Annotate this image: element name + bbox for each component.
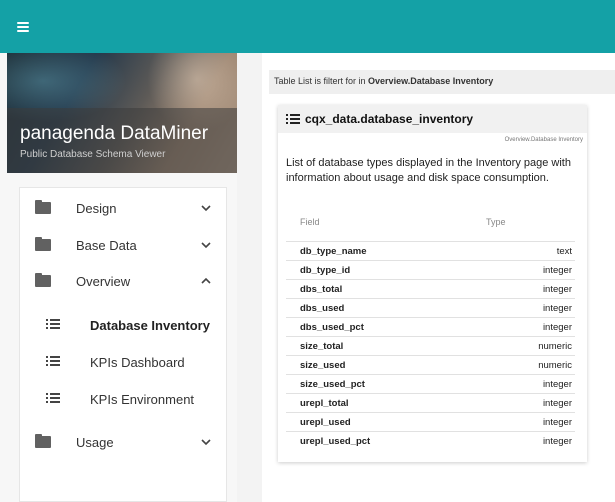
table-row: db_type_id integer [286,260,575,279]
field-name: size_total [300,341,344,352]
nav-subitem-label: Database Inventory [90,318,210,333]
table-row: urepl_total integer [286,393,575,412]
chevron-down-icon[interactable] [200,202,212,214]
main-content: Table List is filtert for in Overview.Da… [262,53,615,502]
folder-icon [35,200,51,214]
field-name: dbs_total [300,284,343,295]
table-category-tag: Overview.Database Inventory [504,137,583,143]
nav-subitem-label: KPIs Environment [90,392,195,407]
table-row: urepl_used_pct integer [286,431,575,450]
table-row: urepl_used integer [286,412,575,431]
nav-subitem-kpis-dashboard[interactable]: KPIs Dashboard [20,347,226,377]
folder-icon [35,434,51,448]
field-type: text [556,246,572,257]
table-row: dbs_total integer [286,279,575,298]
field-name: db_type_id [300,265,351,276]
chevron-up-icon[interactable] [200,275,212,287]
field-type: integer [542,265,572,276]
table-card: cqx_data.database_inventory Overview.Dat… [278,105,587,462]
field-name: urepl_used_pct [300,436,371,447]
filter-value: Overview.Database Inventory [368,76,494,86]
field-type: integer [542,417,572,428]
field-type: integer [542,322,572,333]
table-card-header: cqx_data.database_inventory [278,105,587,133]
nav-item-label: Design [76,201,117,216]
table-row: size_used numeric [286,355,575,374]
field-type: integer [542,379,572,390]
field-name: size_used [300,360,346,371]
table-name: cqx_data.database_inventory [305,112,474,126]
field-name: urepl_used [300,417,351,428]
field-name: dbs_used [300,303,345,314]
nav-item-label: Overview [76,274,131,289]
list-icon [46,356,60,367]
filter-status-bar: Table List is filtert for in Overview.Da… [269,70,615,94]
table-description: List of database types displayed in the … [286,157,571,184]
nav-item-base-data[interactable]: Base Data [20,230,226,260]
table-row: dbs_used_pct integer [286,317,575,336]
chevron-down-icon[interactable] [200,436,212,448]
filter-status-text: Table List is filtert for in Overview.Da… [274,76,493,86]
nav-item-label: Base Data [76,238,137,253]
table-row: size_total numeric [286,336,575,355]
field-name: size_used_pct [300,379,365,390]
field-name: urepl_total [300,398,349,409]
top-app-bar [0,0,615,53]
list-icon [46,319,60,330]
app-title: panagenda DataMiner [20,123,209,144]
list-icon [46,393,60,404]
field-type: integer [542,398,572,409]
nav-item-label: Usage [76,435,114,450]
nav-subitem-database-inventory[interactable]: Database Inventory [20,310,226,340]
field-name: dbs_used_pct [300,322,364,333]
app-subtitle: Public Database Schema Viewer [20,149,166,160]
field-type: integer [542,436,572,447]
nav-item-usage[interactable]: Usage [20,427,226,457]
column-header-field: Field [300,217,320,227]
list-icon [286,114,300,125]
table-row: db_type_name text [286,241,575,260]
sidebar-header-image: panagenda DataMiner Public Database Sche… [7,53,237,173]
hamburger-menu-icon[interactable] [14,16,36,36]
chevron-down-icon[interactable] [200,239,212,251]
folder-icon [35,273,51,287]
nav-subitem-kpis-environment[interactable]: KPIs Environment [20,384,226,414]
table-row: size_used_pct integer [286,374,575,393]
field-type: integer [542,303,572,314]
filter-prefix: Table List is filtert for in [274,76,369,86]
table-row: dbs_used integer [286,298,575,317]
nav-item-overview[interactable]: Overview [20,266,226,296]
navigation-panel: Design Base Data Overview Database Inven… [19,187,227,502]
nav-item-design[interactable]: Design [20,193,226,223]
field-type: numeric [538,341,572,352]
nav-subitem-label: KPIs Dashboard [90,355,185,370]
column-header-type: Type [486,217,506,227]
sidebar: panagenda DataMiner Public Database Sche… [0,53,237,502]
field-name: db_type_name [300,246,367,257]
field-type: integer [542,284,572,295]
field-type: numeric [538,360,572,371]
folder-icon [35,237,51,251]
